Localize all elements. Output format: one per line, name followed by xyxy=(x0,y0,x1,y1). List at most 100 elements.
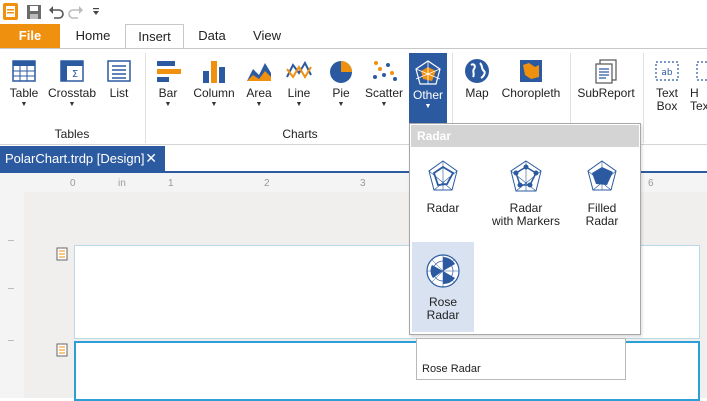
document-tab-title: PolarChart.trdp [Design] xyxy=(5,151,145,166)
tooltip-text: Rose Radar xyxy=(422,363,481,375)
bar-chart-icon xyxy=(157,61,181,82)
document-tab[interactable]: PolarChart.trdp [Design] ✕ xyxy=(0,146,165,171)
charts-group-label: Charts xyxy=(282,127,318,141)
dropdown-arrow-icon: ▼ xyxy=(210,101,218,108)
tab-data[interactable]: Data xyxy=(186,24,238,48)
map-label: Map xyxy=(465,86,489,100)
undo-icon[interactable] xyxy=(48,4,64,20)
pie-label: Pie xyxy=(332,86,350,100)
chart-type-gallery: Radar Radar Radar with Markers Filled Ra… xyxy=(409,123,641,335)
app-logo-icon xyxy=(3,3,18,20)
subreport-icon xyxy=(595,59,617,84)
svg-text:Σ: Σ xyxy=(72,69,78,80)
group-divider xyxy=(145,53,146,143)
pie-chart-icon xyxy=(330,61,352,83)
html-textbox-button[interactable]: H Tex xyxy=(690,51,707,119)
radar-icon xyxy=(428,160,458,191)
tab-file[interactable]: File xyxy=(0,24,60,48)
column-label: Column xyxy=(193,86,235,100)
ruler-mark: 6 xyxy=(648,178,654,189)
choropleth-button[interactable]: Choropleth xyxy=(498,51,564,119)
scatter-chart-button[interactable]: Scatter ▼ xyxy=(362,51,406,119)
line-chart-icon xyxy=(286,60,312,79)
html-textbox-icon xyxy=(696,61,707,81)
ruler-mark: in xyxy=(118,178,126,189)
dropdown-arrow-icon: ▼ xyxy=(337,101,345,108)
dropdown-arrow-icon: ▼ xyxy=(380,101,388,108)
textbox-icon: ab xyxy=(655,61,679,81)
crosstab-icon: Σ xyxy=(60,60,84,82)
close-icon[interactable]: ✕ xyxy=(145,146,157,171)
radar-chart-icon xyxy=(415,60,441,85)
line-label: Line xyxy=(287,86,311,100)
area-chart-button[interactable]: Area ▼ xyxy=(242,51,276,119)
scatter-label: Scatter xyxy=(364,86,403,100)
ruler-mark: 2 xyxy=(264,178,270,189)
save-icon[interactable] xyxy=(26,4,42,20)
dropdown-arrow-icon: ▼ xyxy=(255,101,263,108)
bar-label: Bar xyxy=(158,86,178,100)
dropdown-arrow-icon: ▼ xyxy=(295,101,303,108)
textbox-button[interactable]: ab Text Box xyxy=(648,51,686,119)
section-icon[interactable] xyxy=(56,247,68,261)
line-chart-button[interactable]: Line ▼ xyxy=(282,51,316,119)
svg-text:ab: ab xyxy=(661,68,673,78)
tab-home[interactable]: Home xyxy=(64,24,122,48)
rose-radar-gallery-item[interactable]: Rose Radar xyxy=(412,242,474,332)
crosstab-button[interactable]: Σ Crosstab ▼ xyxy=(46,51,98,119)
other-label: Other xyxy=(412,88,443,102)
filled-radar-gallery-item[interactable]: Filled Radar xyxy=(570,158,634,236)
ruler-mark: 1 xyxy=(168,178,174,189)
list-button[interactable]: List xyxy=(100,51,138,119)
bar-chart-button[interactable]: Bar ▼ xyxy=(152,51,184,119)
radar-markers-icon xyxy=(510,160,542,192)
rose-radar-item-label-2: Radar xyxy=(426,308,460,322)
radar-gallery-item[interactable]: Radar xyxy=(416,158,470,236)
area-label: Area xyxy=(246,86,272,100)
vertical-ruler xyxy=(0,192,22,398)
column-chart-icon xyxy=(203,61,225,83)
list-label: List xyxy=(109,86,129,100)
table-button[interactable]: Table ▼ xyxy=(4,51,44,119)
ribbon-tabs: File Home Insert Data View xyxy=(0,24,707,49)
table-label: Table xyxy=(9,86,39,100)
dropdown-arrow-icon: ▼ xyxy=(424,103,432,110)
tab-view[interactable]: View xyxy=(240,24,294,48)
subreport-label: SubReport xyxy=(577,86,635,100)
group-divider xyxy=(643,53,644,143)
subreport-button[interactable]: SubReport xyxy=(574,51,638,119)
filled-radar-item-label-2: Radar xyxy=(585,214,619,228)
tooltip: Rose Radar xyxy=(416,338,626,380)
other-chart-button[interactable]: Other ▼ xyxy=(409,53,447,125)
pie-chart-button[interactable]: Pie ▼ xyxy=(324,51,358,119)
radar-item-label: Radar xyxy=(426,201,460,215)
redo-icon[interactable] xyxy=(68,4,84,20)
html-label-line2: Tex xyxy=(690,99,707,113)
choropleth-icon xyxy=(520,60,542,82)
crosstab-label: Crosstab xyxy=(47,86,97,100)
map-button[interactable]: Map xyxy=(458,51,496,119)
quick-access-toolbar xyxy=(0,0,707,24)
column-chart-button[interactable]: Column ▼ xyxy=(190,51,238,119)
scatter-chart-icon xyxy=(373,61,397,81)
filled-radar-icon xyxy=(587,160,617,191)
rose-radar-icon xyxy=(426,254,460,288)
table-icon xyxy=(12,60,36,82)
list-icon xyxy=(107,60,131,82)
radar-with-markers-gallery-item[interactable]: Radar with Markers xyxy=(484,158,568,236)
textbox-label-line2: Box xyxy=(656,99,678,113)
gallery-header: Radar xyxy=(411,125,639,147)
area-chart-icon xyxy=(247,63,271,81)
ruler-mark: 0 xyxy=(70,178,76,189)
globe-icon xyxy=(465,59,489,83)
choropleth-label: Choropleth xyxy=(501,86,561,100)
customize-arrow-icon[interactable] xyxy=(92,7,100,17)
section-icon[interactable] xyxy=(56,343,68,357)
dropdown-arrow-icon: ▼ xyxy=(164,101,172,108)
tables-group-label: Tables xyxy=(54,127,90,141)
tab-insert[interactable]: Insert xyxy=(125,24,184,49)
dropdown-arrow-icon: ▼ xyxy=(68,101,76,108)
dropdown-arrow-icon: ▼ xyxy=(20,101,28,108)
radar-markers-item-label-2: with Markers xyxy=(491,214,560,228)
ruler-mark: 3 xyxy=(360,178,366,189)
